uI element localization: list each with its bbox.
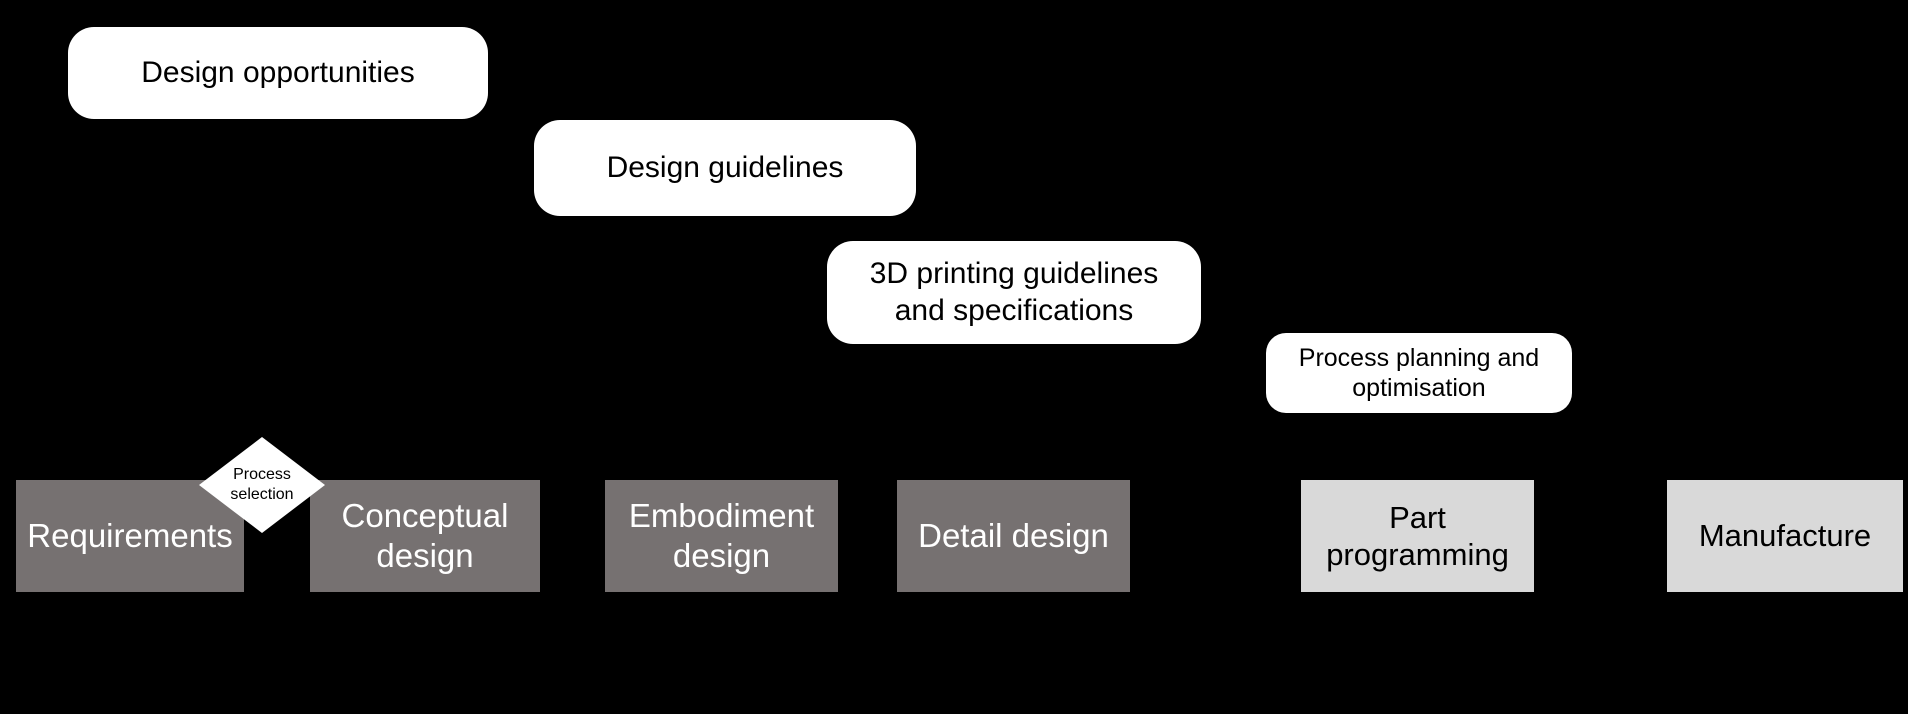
callout-design-opportunities-label: Design opportunities [141,55,415,89]
stage-manufacture: Manufacture [1667,480,1903,592]
stage-detail-design: Detail design [897,480,1130,592]
stage-embodiment-design-label: Embodiment design [628,497,815,574]
design-process-diagram: Design opportunities Design guidelines 3… [0,0,1908,714]
decision-process-selection-label: Process selection [230,466,294,503]
callout-3d-printing-guidelines-label: 3D printing guidelines and specification… [869,256,1159,327]
callout-design-guidelines: Design guidelines [534,120,916,216]
callout-design-opportunities: Design opportunities [68,27,488,119]
stage-part-programming-label: Part programming [1326,499,1509,572]
decision-process-selection: Process selection [199,437,325,533]
stage-manufacture-label: Manufacture [1698,518,1872,554]
stage-detail-design-label: Detail design [918,517,1109,555]
stage-conceptual-design-label: Conceptual design [341,497,509,574]
stage-part-programming: Part programming [1301,480,1534,592]
callout-process-planning: Process planning and optimisation [1266,333,1572,413]
callout-process-planning-label: Process planning and optimisation [1298,343,1540,403]
callout-design-guidelines-label: Design guidelines [606,150,844,184]
callout-3d-printing-guidelines: 3D printing guidelines and specification… [827,241,1201,344]
stage-conceptual-design: Conceptual design [310,480,540,592]
stage-embodiment-design: Embodiment design [605,480,838,592]
